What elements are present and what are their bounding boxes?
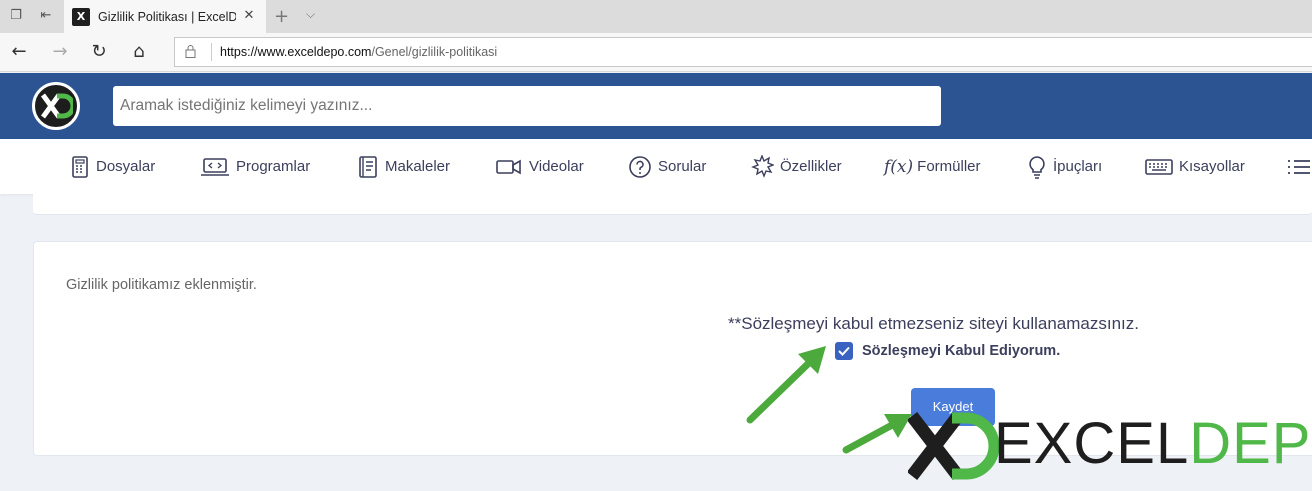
- menu-item-dosyalar[interactable]: Dosyalar: [70, 139, 155, 194]
- url-text: https://www.exceldepo.com/Genel/gizlilik…: [220, 45, 498, 59]
- function-icon: f(x): [884, 156, 914, 177]
- menu-item-label: Videolar: [529, 158, 584, 175]
- more-menu-button[interactable]: [1287, 139, 1312, 194]
- brand-wordmark: EXCELDEPO: [994, 411, 1312, 476]
- book-icon: [359, 155, 377, 178]
- menu-item-programlar[interactable]: Programlar: [200, 139, 310, 194]
- close-tab-icon[interactable]: ✕: [242, 9, 256, 23]
- chevron-down-icon[interactable]: ⌵: [306, 7, 315, 22]
- accept-label[interactable]: Sözleşmeyi Kabul Ediyorum.: [862, 343, 1060, 359]
- tab-title: Gizlilik Politikası | ExcelD: [98, 9, 236, 24]
- question-circle-icon: [629, 155, 651, 178]
- laptop-code-icon: [201, 157, 229, 176]
- previous-card-bottom: [33, 194, 1312, 215]
- site-header: [0, 73, 1312, 139]
- accept-row: Sözleşmeyi Kabul Ediyorum.: [835, 342, 1060, 360]
- policy-text: Gizlilik politikamız eklenmiştir.: [66, 277, 257, 293]
- brand-logo-icon: [908, 412, 1000, 480]
- menu-item-label: Programlar: [236, 158, 311, 175]
- refresh-icon[interactable]: ↻: [88, 41, 110, 63]
- forward-icon[interactable]: →: [49, 41, 71, 63]
- menu-item-videolar[interactable]: Videolar: [495, 139, 584, 194]
- starburst-icon: [751, 154, 774, 178]
- annotation-arrow-icon: [746, 346, 826, 424]
- menu-item-label: İpuçları: [1053, 158, 1103, 175]
- favicon-icon: X: [72, 7, 90, 26]
- set-aside-tabs-icon[interactable]: ⇤: [38, 8, 54, 24]
- keyboard-icon: [1145, 158, 1173, 175]
- menu-item-label: Özellikler: [780, 158, 842, 175]
- back-icon[interactable]: ←: [8, 41, 30, 63]
- new-tab-icon[interactable]: +: [274, 6, 289, 27]
- agreement-warning: **Sözleşmeyi kabul etmezseniz siteyi kul…: [728, 314, 1140, 333]
- address-bar-row: ← → ↻ ⌂ https://www.exceldepo.com/Genel/…: [0, 33, 1312, 72]
- tab-manager-icon[interactable]: ❐: [8, 8, 24, 24]
- video-camera-icon: [496, 159, 521, 174]
- spreadsheet-icon: [72, 155, 88, 178]
- menu-item-ipuclari[interactable]: İpuçları: [1027, 139, 1102, 194]
- menu-item-makaleler[interactable]: Makaleler: [357, 139, 450, 194]
- main-menu: Dosyalar Programlar Makaleler Videolar S…: [0, 139, 1312, 194]
- menu-item-ozellikler[interactable]: Özellikler: [750, 139, 842, 194]
- divider: [211, 43, 212, 61]
- exceldepo-watermark: EXCELDEPO: [908, 408, 1312, 480]
- menu-item-label: Formüller: [917, 158, 981, 175]
- browser-tab[interactable]: X Gizlilik Politikası | ExcelD ✕: [64, 0, 266, 33]
- lock-icon: [185, 45, 197, 59]
- annotation-arrow-icon: [842, 414, 912, 454]
- menu-item-label: Kısayollar: [1179, 158, 1245, 175]
- search-input[interactable]: [113, 86, 941, 126]
- menu-item-label: Makaleler: [385, 158, 451, 175]
- home-icon[interactable]: ⌂: [128, 41, 150, 63]
- browser-tab-strip: ❐ ⇤ X Gizlilik Politikası | ExcelD ✕ + ⌵: [0, 0, 1312, 33]
- menu-item-kisayollar[interactable]: Kısayollar: [1145, 139, 1245, 194]
- menu-item-label: Sorular: [658, 158, 707, 175]
- url-field[interactable]: https://www.exceldepo.com/Genel/gizlilik…: [174, 37, 1312, 67]
- site-logo[interactable]: [32, 82, 80, 130]
- menu-item-label: Dosyalar: [96, 158, 156, 175]
- menu-item-formuller[interactable]: f(x) Formüller: [884, 139, 981, 194]
- lightbulb-icon: [1029, 155, 1045, 179]
- menu-item-sorular[interactable]: Sorular: [628, 139, 706, 194]
- list-icon: [1288, 159, 1310, 174]
